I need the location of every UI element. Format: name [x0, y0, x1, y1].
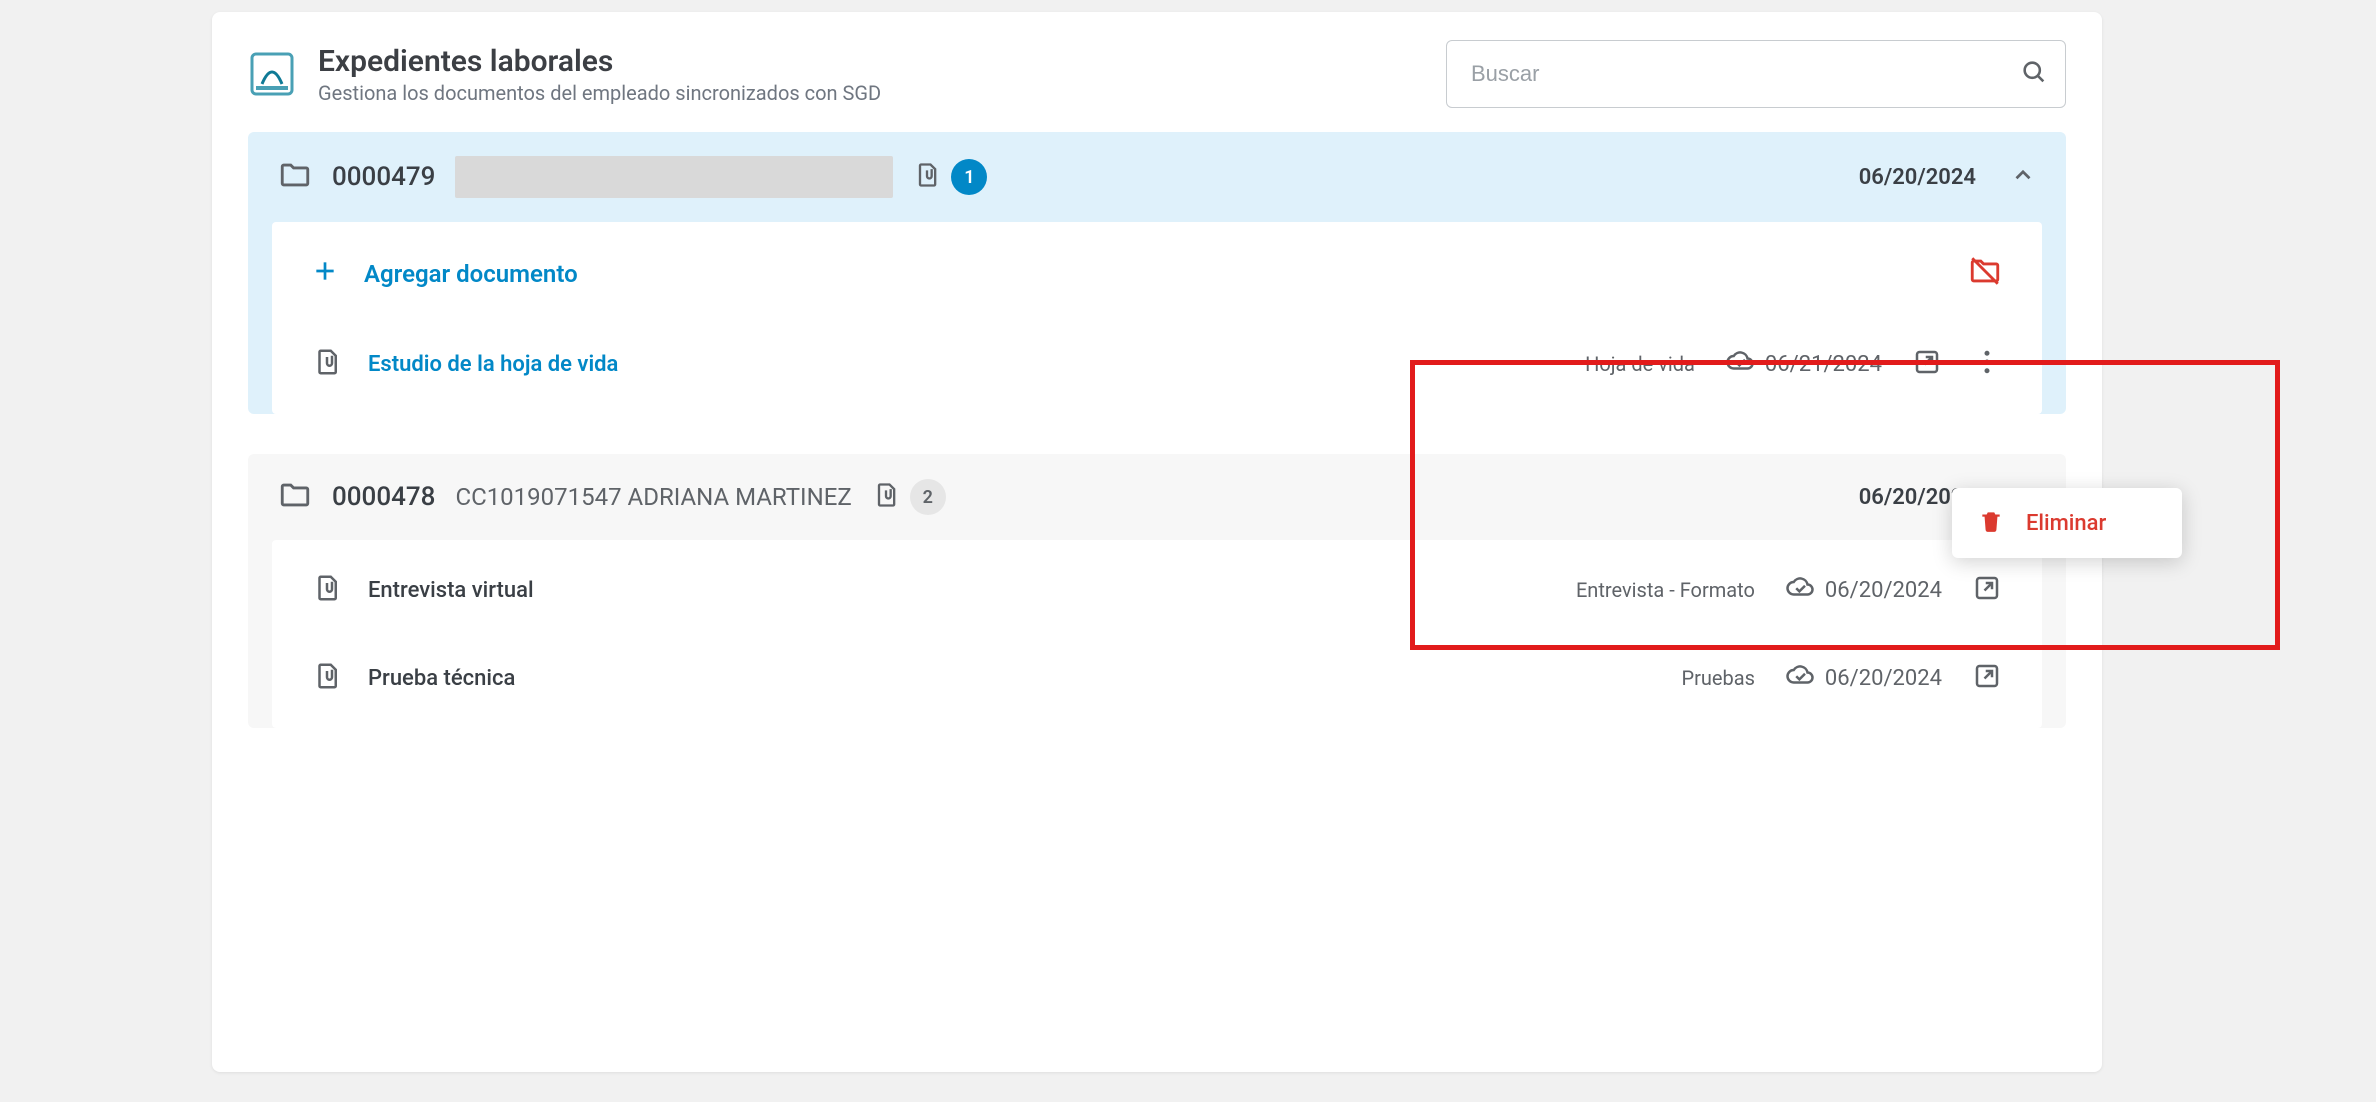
cloud-done-icon [1785, 572, 1815, 608]
document-sync-date: 06/21/2024 [1725, 346, 1882, 382]
folder-disabled-icon[interactable] [1968, 254, 2002, 294]
document-sync-date: 06/20/2024 [1785, 660, 1942, 696]
folder-item: 0000478 CC1019071547 ADRIANA MARTINEZ 2 … [248, 454, 2066, 728]
context-menu: Eliminar [1952, 488, 2182, 558]
document-icon [312, 347, 342, 381]
document-row[interactable]: Prueba técnica Pruebas 06/20/2024 [272, 634, 2042, 722]
document-date: 06/20/2024 [1825, 578, 1942, 603]
document-row[interactable]: Entrevista virtual Entrevista - Formato … [272, 546, 2042, 634]
folder-item: 0000479 1 06/20/2024 [248, 132, 2066, 414]
page-header: Expedientes laborales Gestiona los docum… [248, 40, 2066, 108]
app-logo [248, 50, 296, 98]
cloud-done-icon [1725, 346, 1755, 382]
document-category: Entrevista - Formato [1576, 578, 1755, 602]
cloud-done-icon [1785, 660, 1815, 696]
folder-icon [278, 158, 312, 196]
document-date: 06/21/2024 [1765, 352, 1882, 377]
document-icon [312, 573, 342, 607]
document-category: Hoja de vida [1585, 352, 1695, 376]
search-input[interactable] [1446, 40, 2066, 108]
page-titles: Expedientes laborales Gestiona los docum… [318, 44, 881, 105]
open-external-icon[interactable] [1972, 661, 2002, 695]
attachment-badge: 2 [910, 479, 946, 515]
kebab-menu-icon[interactable] [1972, 347, 2002, 381]
folder-header[interactable]: 0000479 1 06/20/2024 [248, 132, 2066, 222]
document-title: Entrevista virtual [368, 578, 534, 603]
page-title: Expedientes laborales [318, 44, 881, 79]
folder-id: 0000479 [332, 162, 435, 192]
folder-name-redacted [455, 156, 893, 198]
folder-body: Agregar documento Estudio de la hoja de … [272, 222, 2042, 414]
add-document-label: Agregar documento [364, 260, 578, 288]
app-card: Expedientes laborales Gestiona los docum… [212, 12, 2102, 1072]
document-category: Pruebas [1681, 666, 1754, 690]
delete-menu-item[interactable]: Eliminar [2026, 511, 2106, 536]
folder-icon [278, 478, 312, 516]
add-document-button[interactable]: Agregar documento [272, 228, 2042, 320]
folder-date: 06/20/2024 [1859, 165, 1976, 190]
plus-icon [312, 258, 338, 291]
document-row[interactable]: Estudio de la hoja de vida Hoja de vida … [272, 320, 2042, 408]
open-external-icon[interactable] [1972, 573, 2002, 607]
document-sync-date: 06/20/2024 [1785, 572, 1942, 608]
chevron-up-icon[interactable] [2010, 162, 2036, 192]
folder-name: CC1019071547 ADRIANA MARTINEZ [455, 483, 851, 511]
open-external-icon[interactable] [1912, 347, 1942, 381]
trash-icon [1978, 508, 2004, 538]
document-icon [312, 661, 342, 695]
attachment-badge: 1 [951, 159, 987, 195]
search-box [1446, 40, 2066, 108]
attachment-count: 1 [913, 159, 987, 195]
document-date: 06/20/2024 [1825, 666, 1942, 691]
attachment-icon [913, 161, 941, 193]
search-icon[interactable] [2020, 58, 2048, 90]
document-title: Prueba técnica [368, 666, 515, 691]
attachment-icon [872, 481, 900, 513]
folder-body: Entrevista virtual Entrevista - Formato … [272, 540, 2042, 728]
folder-id: 0000478 [332, 482, 435, 512]
document-title: Estudio de la hoja de vida [368, 352, 618, 377]
attachment-count: 2 [872, 479, 946, 515]
folder-header[interactable]: 0000478 CC1019071547 ADRIANA MARTINEZ 2 … [248, 454, 2066, 540]
page-subtitle: Gestiona los documentos del empleado sin… [318, 81, 881, 105]
